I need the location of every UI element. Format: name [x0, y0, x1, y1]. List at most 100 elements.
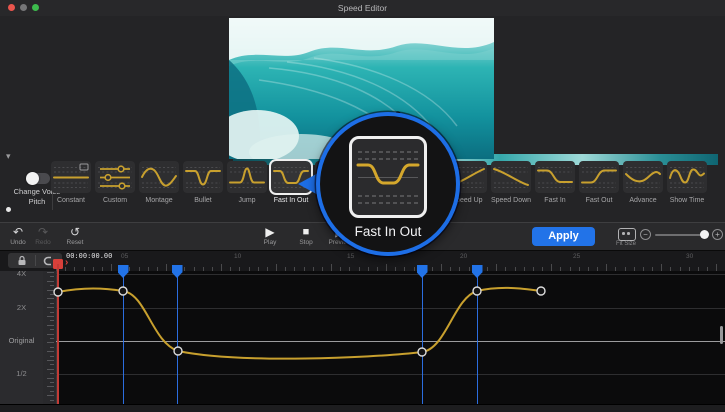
preset-thumbnail[interactable] [491, 161, 531, 193]
ruler-tick [496, 264, 497, 271]
reset-button[interactable]: ↺ Reset [59, 226, 91, 246]
playhead-line[interactable] [57, 264, 59, 404]
speed-row-label: 1/2 [0, 369, 43, 378]
ruler-tick [102, 267, 103, 271]
ruler-tick [707, 267, 708, 271]
preset-label: Speed Down [489, 197, 533, 204]
preset-thumbnail[interactable] [139, 161, 179, 193]
snap-icon[interactable] [43, 256, 53, 266]
preset-fast-in[interactable]: Fast In [533, 161, 577, 204]
preset-thumbnail[interactable] [227, 161, 267, 193]
keyframe-line [123, 275, 124, 404]
ruler-tick [643, 267, 644, 271]
ruler-tick [267, 267, 268, 271]
ruler-tick [304, 267, 305, 271]
preset-thumbnail[interactable] [579, 161, 619, 193]
ruler-tick [349, 267, 350, 271]
ruler-tick [615, 267, 616, 271]
ruler-tick [93, 267, 94, 271]
preset-thumbnail[interactable] [623, 161, 663, 193]
preset-thumbnail[interactable] [667, 161, 707, 193]
axis-tick [47, 334, 54, 335]
ruler-tick [404, 267, 405, 271]
ruler-tick [111, 264, 112, 271]
axis-tick [50, 312, 54, 313]
ruler-tick [515, 267, 516, 271]
ruler-tick [129, 267, 130, 271]
gridline [56, 274, 725, 275]
apply-button[interactable]: Apply [532, 227, 595, 246]
ruler-tick [597, 267, 598, 271]
ruler-tick [505, 267, 506, 271]
ruler-tick [606, 264, 607, 271]
zoom-in-button[interactable]: + [712, 229, 723, 240]
preset-thumbnail[interactable] [95, 161, 135, 193]
speed-row-label: 2X [0, 303, 43, 312]
zoom-out-button[interactable]: − [640, 229, 651, 240]
preset-label: Jump [225, 197, 269, 204]
lock-icon[interactable] [17, 255, 27, 266]
preset-jump[interactable]: Jump [225, 161, 269, 204]
preset-montage[interactable]: Montage [137, 161, 181, 204]
axis-tick [47, 316, 54, 317]
play-icon: ▶ [254, 226, 286, 238]
ruler-tick [652, 267, 653, 271]
ruler-tick [680, 267, 681, 271]
ruler-tick [359, 267, 360, 271]
ruler-tick [469, 267, 470, 271]
axis-tick [47, 281, 54, 282]
ruler-tick [698, 267, 699, 271]
preset-advance[interactable]: Advance [621, 161, 665, 204]
vertical-scrollbar-handle[interactable] [720, 326, 723, 344]
axis-tick [50, 382, 54, 383]
ruler-tick [670, 267, 671, 271]
preset-thumbnail[interactable] [183, 161, 223, 193]
ruler-tick [166, 264, 167, 271]
redo-button[interactable]: ↷ Redo [27, 226, 59, 246]
gridline [56, 308, 725, 309]
preset-custom[interactable]: Custom [93, 161, 137, 204]
axis-tick [47, 395, 54, 396]
ruler-tick [84, 267, 85, 271]
axis-tick [47, 298, 54, 299]
preset-fast-out[interactable]: Fast Out [577, 161, 621, 204]
preset-thumbnail[interactable] [51, 161, 91, 193]
play-button[interactable]: ▶ Play [254, 226, 286, 246]
ruler-tick [258, 267, 259, 271]
magnified-preset-thumb [349, 136, 427, 218]
preset-thumbnail[interactable] [535, 161, 575, 193]
gridline [56, 374, 725, 375]
axis-tick [47, 369, 54, 370]
ruler-tick [230, 267, 231, 271]
redo-icon: ↷ [27, 226, 59, 238]
axis-tick [50, 338, 54, 339]
ruler-tick [459, 267, 460, 271]
preset-constant[interactable]: Constant [49, 161, 93, 204]
ruler-label: 15 [347, 253, 354, 260]
axis-tick [47, 272, 54, 273]
keyframe-line [177, 275, 178, 404]
preset-speed-down[interactable]: Speed Down [489, 161, 533, 204]
speed-graph-plot[interactable] [56, 270, 725, 404]
zoom-slider-handle[interactable] [700, 230, 709, 239]
fit-size-icon[interactable] [618, 228, 636, 241]
stop-button[interactable]: ■ Stop [290, 226, 322, 246]
ruler-tick [450, 267, 451, 271]
playhead-chevron-icon: › [65, 257, 68, 268]
ruler-tick [313, 267, 314, 271]
axis-tick [50, 329, 54, 330]
preset-bullet[interactable]: Bullet [181, 161, 225, 204]
ruler-label: 20 [460, 253, 467, 260]
ruler-tick [533, 267, 534, 271]
timeline-ruler[interactable]: 00:00:00.00 051015202530 › [0, 250, 725, 271]
ruler-tick [203, 267, 204, 271]
axis-tick [50, 294, 54, 295]
ruler-tick [661, 264, 662, 271]
preset-show-time[interactable]: Show Time [665, 161, 709, 204]
preset-label: Custom [93, 197, 137, 204]
ruler-tick [148, 267, 149, 271]
ruler-tick [184, 267, 185, 271]
ruler-tick [414, 267, 415, 271]
axis-tick [50, 276, 54, 277]
ruler-tick [368, 267, 369, 271]
